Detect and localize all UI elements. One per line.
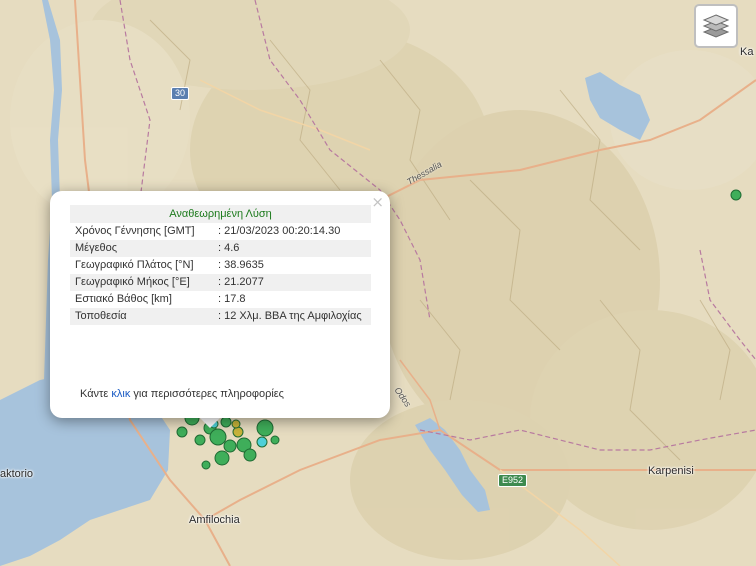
latitude-label: Γεωγραφικό Πλάτος [°N]: [75, 259, 194, 271]
info-row-latitude: Γεωγραφικό Πλάτος [°N] : 38.9635: [70, 257, 371, 274]
place-label-ka: Ka: [740, 46, 754, 58]
place-label-aktorio: aktorio: [0, 468, 34, 480]
info-row-location: Τοποθεσία : 12 Χλμ. ΒΒΑ της Αμφιλοχίας: [70, 308, 371, 325]
road-shield-30: 30: [171, 87, 190, 100]
quake-marker[interactable]: [243, 448, 257, 462]
info-table-header-row: Αναθεωρημένη Λύση: [70, 205, 371, 223]
more-info-prefix: Κάντε: [80, 388, 112, 400]
longitude-label: Γεωγραφικό Μήκος [°E]: [70, 274, 213, 291]
earthquake-popup: × Αναθεωρημένη Λύση Χρόνος Γέννησης [GMT…: [50, 191, 390, 418]
popup-tip: [200, 418, 220, 428]
layers-button[interactable]: [694, 4, 738, 48]
solution-type-header: Αναθεωρημένη Λύση: [70, 205, 371, 223]
more-info-line: Κάντε κλικ για περισσότερες πληροφορίες: [80, 388, 284, 400]
quake-marker[interactable]: [231, 419, 241, 429]
depth-label: Εστιακό Βάθος [km]: [75, 293, 172, 305]
location-label: Τοποθεσία: [70, 308, 213, 325]
quake-marker[interactable]: [214, 450, 230, 466]
layers-icon: [702, 14, 730, 38]
info-row-origin-time: Χρόνος Γέννησης [GMT] : 21/03/2023 00:20…: [70, 223, 371, 240]
quake-marker[interactable]: [730, 189, 742, 201]
origin-time-value: : 21/03/2023 00:20:14.30: [218, 225, 341, 237]
info-row-longitude: Γεωγραφικό Μήκος [°E] : 21.2077: [70, 274, 371, 291]
place-label-amfilochia: Amfilochia: [189, 514, 240, 526]
more-info-link[interactable]: κλικ: [111, 388, 130, 400]
earthquake-info-table: Αναθεωρημένη Λύση Χρόνος Γέννησης [GMT] …: [70, 205, 371, 325]
quake-marker[interactable]: [270, 435, 280, 445]
origin-time-label: Χρόνος Γέννησης [GMT]: [75, 225, 195, 237]
info-row-depth: Εστιακό Βάθος [km] : 17.8: [70, 291, 371, 308]
location-value: : 12 Χλμ. ΒΒΑ της Αμφιλοχίας: [213, 308, 371, 325]
quake-marker[interactable]: [220, 416, 232, 428]
quake-marker[interactable]: [232, 426, 244, 438]
quake-marker[interactable]: [201, 460, 211, 470]
magnitude-label: Μέγεθος: [70, 240, 213, 257]
longitude-value: : 21.2077: [213, 274, 371, 291]
quake-marker[interactable]: [256, 436, 268, 448]
road-shield-e952: E952: [498, 474, 528, 487]
quake-marker[interactable]: [256, 419, 274, 437]
quake-marker[interactable]: [223, 439, 237, 453]
popup-close-button[interactable]: ×: [371, 194, 384, 210]
latitude-value: : 38.9635: [218, 259, 264, 271]
depth-value: : 17.8: [218, 293, 246, 305]
info-row-magnitude: Μέγεθος : 4.6: [70, 240, 371, 257]
quake-marker[interactable]: [209, 428, 227, 446]
quake-marker[interactable]: [194, 434, 206, 446]
place-label-karpenisi: Karpenisi: [648, 465, 694, 477]
magnitude-value: : 4.6: [213, 240, 371, 257]
quake-marker[interactable]: [176, 426, 188, 438]
more-info-suffix: για περισσότερες πληροφορίες: [130, 388, 284, 400]
